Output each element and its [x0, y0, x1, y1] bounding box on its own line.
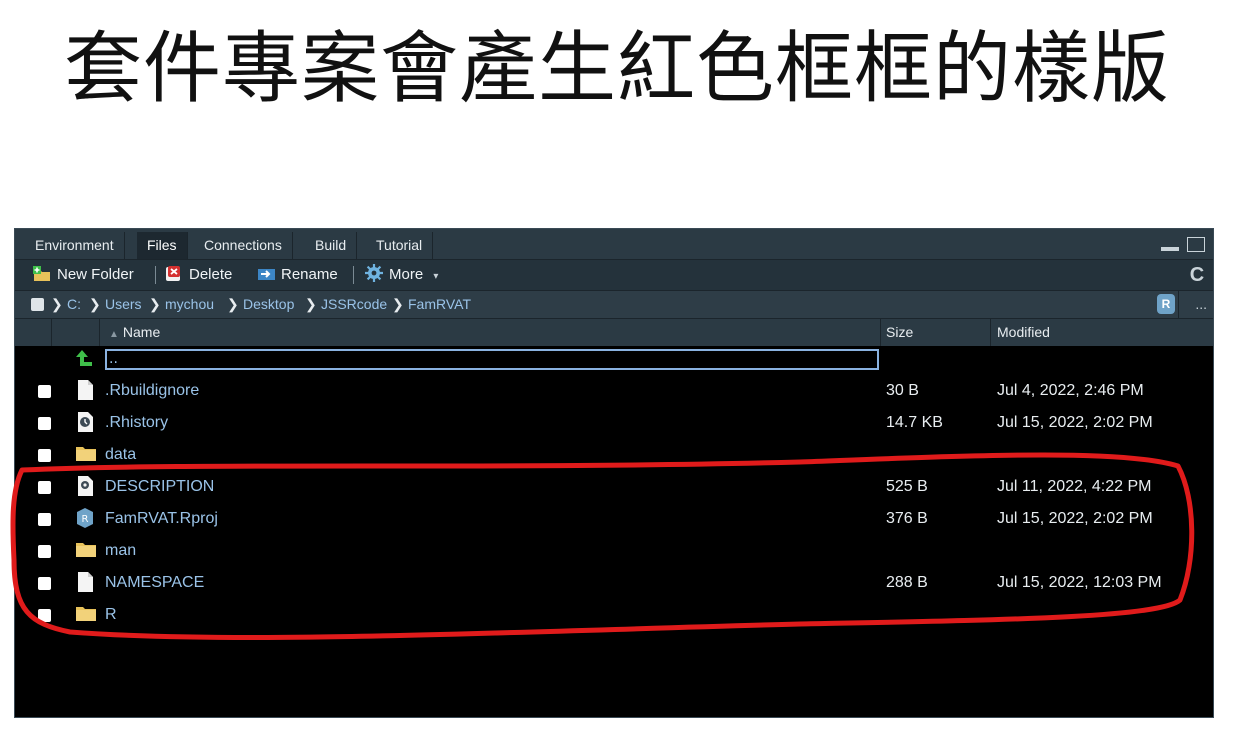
file-name-link[interactable]: .Rbuildignore: [105, 375, 199, 407]
files-pane: Environment Files Connections Build Tuto…: [14, 228, 1214, 718]
breadcrumb: ❯ C: ❯ Users ❯ mychou ❯ Desktop ❯ JSSRco…: [15, 291, 1213, 319]
tab-build[interactable]: Build: [305, 232, 358, 259]
rproj-icon: R: [76, 508, 94, 528]
column-header-modified[interactable]: Modified: [997, 319, 1050, 346]
breadcrumb-item[interactable]: C:: [67, 291, 81, 318]
delete-button[interactable]: Delete: [165, 260, 232, 290]
file-size: 525 B: [886, 478, 928, 495]
file-size: 376 B: [886, 510, 928, 527]
row-checkbox[interactable]: [38, 385, 51, 398]
file-modified: Jul 15, 2022, 2:02 PM: [997, 510, 1153, 527]
minimize-icon[interactable]: [1161, 247, 1179, 251]
folder-icon: [76, 540, 96, 560]
svg-text:R: R: [82, 514, 89, 525]
file-modified: Jul 11, 2022, 4:22 PM: [997, 478, 1152, 495]
refresh-icon[interactable]: C: [1187, 264, 1207, 286]
row-checkbox[interactable]: [38, 449, 51, 462]
tab-connections[interactable]: Connections: [194, 232, 293, 259]
breadcrumb-item[interactable]: JSSRcode: [321, 291, 387, 318]
file-name-link[interactable]: man: [105, 535, 136, 567]
chevron-right-icon: ❯: [392, 296, 404, 312]
row-checkbox[interactable]: [38, 481, 51, 494]
rename-button[interactable]: Rename: [257, 260, 338, 290]
new-folder-button[interactable]: New Folder: [33, 260, 134, 290]
file-icon: [76, 380, 94, 400]
up-arrow-icon[interactable]: [75, 348, 95, 370]
more-label: More: [389, 266, 424, 283]
select-all-checkbox[interactable]: [31, 298, 44, 311]
table-row[interactable]: .Rbuildignore 30 B Jul 4, 2022, 2:46 PM: [15, 375, 1213, 407]
column-header-name-label: Name: [122, 324, 161, 340]
files-toolbar: New Folder Delete Rename More ▾ C: [15, 260, 1213, 291]
row-checkbox[interactable]: [38, 417, 51, 430]
table-row[interactable]: man: [15, 535, 1213, 567]
file-name-link[interactable]: FamRVAT.Rproj: [105, 503, 218, 535]
file-size: 30 B: [886, 382, 919, 399]
breadcrumb-item[interactable]: FamRVAT: [408, 291, 471, 318]
pathbar-divider: [1178, 291, 1179, 318]
file-modified: Jul 15, 2022, 12:03 PM: [997, 574, 1162, 591]
row-checkbox[interactable]: [38, 513, 51, 526]
new-folder-icon: [33, 263, 51, 281]
file-name-link[interactable]: NAMESPACE: [105, 567, 204, 599]
table-row[interactable]: NAMESPACE 288 B Jul 15, 2022, 12:03 PM: [15, 567, 1213, 599]
column-header-name[interactable]: ▲ Name: [109, 319, 160, 346]
go-to-project-directory-icon[interactable]: R: [1157, 294, 1175, 314]
table-row[interactable]: DESCRIPTION 525 B Jul 11, 2022, 4:22 PM: [15, 471, 1213, 503]
file-name-link[interactable]: data: [105, 439, 136, 471]
more-options-button[interactable]: ...: [1195, 291, 1207, 318]
breadcrumb-item[interactable]: Users: [105, 291, 142, 318]
sort-ascending-icon: ▲: [109, 329, 119, 340]
table-row[interactable]: .Rhistory 14.7 KB Jul 15, 2022, 2:02 PM: [15, 407, 1213, 439]
table-row[interactable]: R: [15, 599, 1213, 631]
more-button[interactable]: More ▾: [365, 260, 438, 290]
table-row[interactable]: R FamRVAT.Rproj 376 B Jul 15, 2022, 2:02…: [15, 503, 1213, 535]
slide-title: 套件專案會產生紅色框框的樣版: [63, 24, 1170, 114]
column-divider: [99, 319, 100, 346]
file-size: 14.7 KB: [886, 414, 943, 431]
history-file-icon: [76, 412, 94, 432]
file-list-header: ▲ Name Size Modified: [15, 319, 1213, 346]
tab-files[interactable]: Files: [137, 232, 188, 259]
maximize-icon[interactable]: [1187, 237, 1205, 252]
breadcrumb-item[interactable]: mychou: [165, 291, 214, 318]
file-modified: Jul 15, 2022, 2:02 PM: [997, 414, 1153, 431]
description-file-icon: [76, 476, 94, 496]
file-modified: Jul 4, 2022, 2:46 PM: [997, 382, 1144, 399]
chevron-down-icon: ▾: [433, 271, 439, 282]
column-divider: [990, 319, 991, 346]
chevron-right-icon: ❯: [51, 296, 63, 312]
folder-icon: [76, 604, 96, 624]
row-checkbox[interactable]: [38, 545, 51, 558]
toolbar-divider: [155, 266, 156, 284]
chevron-right-icon: ❯: [227, 296, 239, 312]
column-header-size[interactable]: Size: [886, 319, 913, 346]
chevron-right-icon: ❯: [305, 296, 317, 312]
chevron-right-icon: ❯: [149, 296, 161, 312]
file-name-link[interactable]: DESCRIPTION: [105, 471, 214, 503]
folder-icon: [76, 444, 96, 464]
file-icon: [76, 572, 94, 592]
chevron-right-icon: ❯: [89, 296, 101, 312]
tab-environment[interactable]: Environment: [25, 232, 125, 259]
file-size: 288 B: [886, 574, 928, 591]
gear-icon: [365, 263, 383, 282]
file-name-link[interactable]: R: [105, 599, 117, 631]
delete-label: Delete: [189, 266, 233, 283]
tab-tutorial[interactable]: Tutorial: [366, 232, 434, 259]
row-checkbox[interactable]: [38, 609, 51, 622]
tab-bar: Environment Files Connections Build Tuto…: [15, 229, 1213, 260]
file-name-link[interactable]: .Rhistory: [105, 407, 168, 439]
table-row[interactable]: data: [15, 439, 1213, 471]
column-divider: [880, 319, 881, 346]
toolbar-divider: [353, 266, 354, 284]
delete-icon: [165, 263, 183, 281]
rename-label: Rename: [281, 266, 338, 283]
breadcrumb-item[interactable]: Desktop: [243, 291, 294, 318]
new-folder-label: New Folder: [57, 266, 134, 283]
parent-directory-link[interactable]: ..: [105, 349, 879, 370]
row-checkbox[interactable]: [38, 577, 51, 590]
column-divider: [51, 319, 52, 346]
rename-icon: [257, 263, 275, 280]
